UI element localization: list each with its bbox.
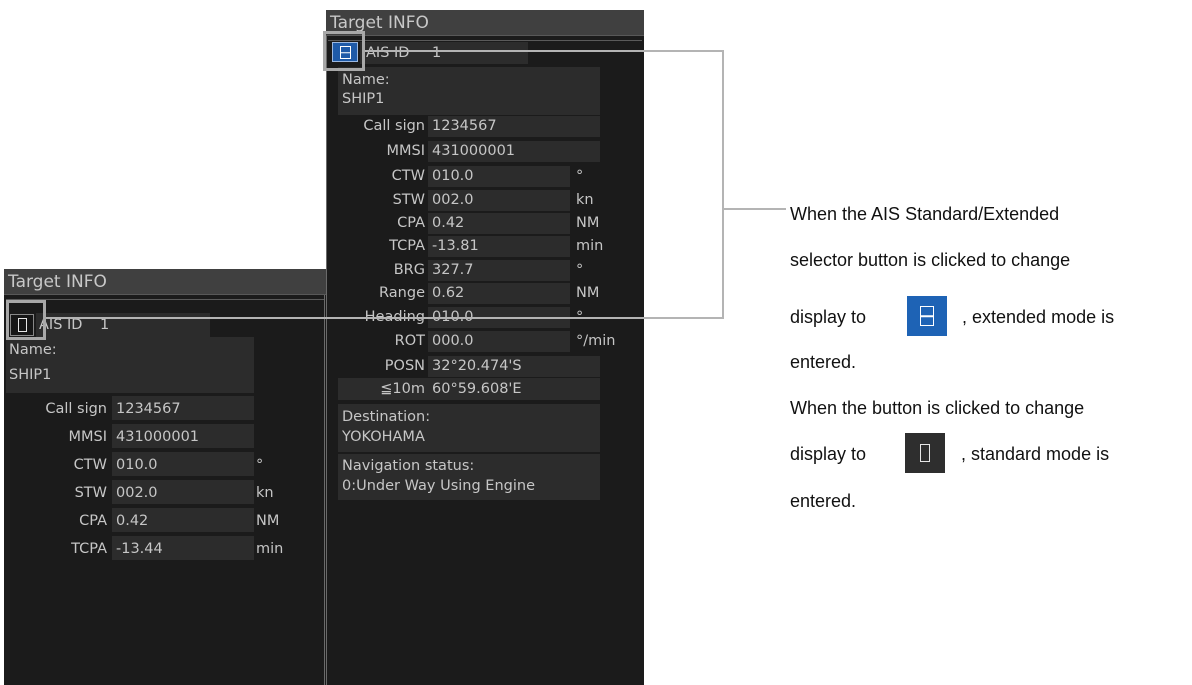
row-value: 0.62 <box>432 285 465 301</box>
standard-mode-icon <box>905 433 945 473</box>
row-label: ≦10m <box>380 381 425 397</box>
row-label: STW <box>74 485 107 501</box>
row-unit: NM <box>256 513 280 529</box>
callout-line <box>46 317 724 319</box>
divider <box>6 299 324 300</box>
standard-mode-glyph <box>920 444 930 462</box>
destination-value: YOKOHAMA <box>342 429 425 445</box>
panel-title: Target INFO <box>4 269 326 295</box>
panel-border <box>324 295 325 685</box>
row-label: BRG <box>393 262 425 278</box>
description-line: When the button is clicked to change <box>790 398 1085 418</box>
row-unit: ° <box>576 262 584 278</box>
row-label: MMSI <box>386 143 425 159</box>
callout-line <box>365 50 724 52</box>
row-label: Range <box>379 285 425 301</box>
row-value: 327.7 <box>432 262 474 278</box>
row-label: CPA <box>79 513 107 529</box>
extended-mode-glyph <box>920 306 934 326</box>
description-line: selector button is clicked to change <box>790 250 1071 270</box>
row-unit: ° <box>576 168 584 184</box>
row-label: POSN <box>384 358 425 374</box>
name-label: Name: <box>342 72 390 88</box>
description-line: , standard mode is <box>961 444 1110 464</box>
target-info-panel-extended: Target INFO AIS ID 1 Name: SHIP1 Call si… <box>326 10 644 685</box>
row-value: 0.42 <box>116 513 149 529</box>
row-value: 1234567 <box>116 401 181 417</box>
row-label: CTW <box>73 457 107 473</box>
row-value: 1234567 <box>432 118 497 134</box>
row-label: CPA <box>397 215 425 231</box>
row-value: 431000001 <box>116 429 200 445</box>
highlight-frame-standard-button <box>6 300 46 340</box>
target-info-panel-standard: Target INFO AIS ID 1 Name: SHIP1 Call si… <box>4 269 326 685</box>
row-label: TCPA <box>389 238 425 254</box>
row-value: -13.44 <box>116 541 163 557</box>
name-value: SHIP1 <box>342 91 385 107</box>
ais-id-value: 1 <box>432 45 442 61</box>
description-line: entered. <box>790 491 857 511</box>
name-label: Name: <box>9 342 57 358</box>
row-unit: NM <box>576 285 600 301</box>
row-value: 002.0 <box>432 192 474 208</box>
callout-line <box>724 208 786 210</box>
row-value: -13.81 <box>432 238 479 254</box>
row-label: STW <box>392 192 425 208</box>
divider <box>328 40 642 41</box>
callout-line <box>722 50 724 319</box>
row-unit: NM <box>576 215 600 231</box>
description-line: display to <box>790 444 867 464</box>
row-value: 0.42 <box>432 215 465 231</box>
row-unit: min <box>256 541 284 557</box>
description-line: entered. <box>790 352 857 372</box>
panel-title: Target INFO <box>326 10 644 36</box>
highlight-frame-extended-button <box>323 31 365 71</box>
extended-mode-icon <box>907 296 947 336</box>
row-value: 010.0 <box>116 457 158 473</box>
row-value: 60°59.608'E <box>432 381 522 397</box>
navigation-status-value: 0:Under Way Using Engine <box>342 478 535 494</box>
ais-id-label: AIS ID <box>366 45 410 61</box>
name-value: SHIP1 <box>9 367 52 383</box>
row-value: 000.0 <box>432 333 474 349</box>
row-label: CTW <box>391 168 425 184</box>
description-line: When the AIS Standard/Extended <box>790 204 1060 224</box>
row-label: MMSI <box>68 429 107 445</box>
row-label: ROT <box>394 333 425 349</box>
row-label: TCPA <box>71 541 107 557</box>
row-value: 32°20.474'S <box>432 358 522 374</box>
row-unit: ° <box>256 457 264 473</box>
row-unit: kn <box>576 192 594 208</box>
row-value: 010.0 <box>432 168 474 184</box>
row-unit: min <box>576 238 604 254</box>
description-line: , extended mode is <box>962 307 1115 327</box>
row-label: Call sign <box>363 118 425 134</box>
destination-label: Destination: <box>342 409 431 425</box>
row-unit: °/min <box>576 333 616 349</box>
row-value: 002.0 <box>116 485 158 501</box>
navigation-status-label: Navigation status: <box>342 458 475 474</box>
row-unit: kn <box>256 485 274 501</box>
row-value: 431000001 <box>432 143 516 159</box>
description-line: display to <box>790 307 867 327</box>
row-label: Call sign <box>45 401 107 417</box>
